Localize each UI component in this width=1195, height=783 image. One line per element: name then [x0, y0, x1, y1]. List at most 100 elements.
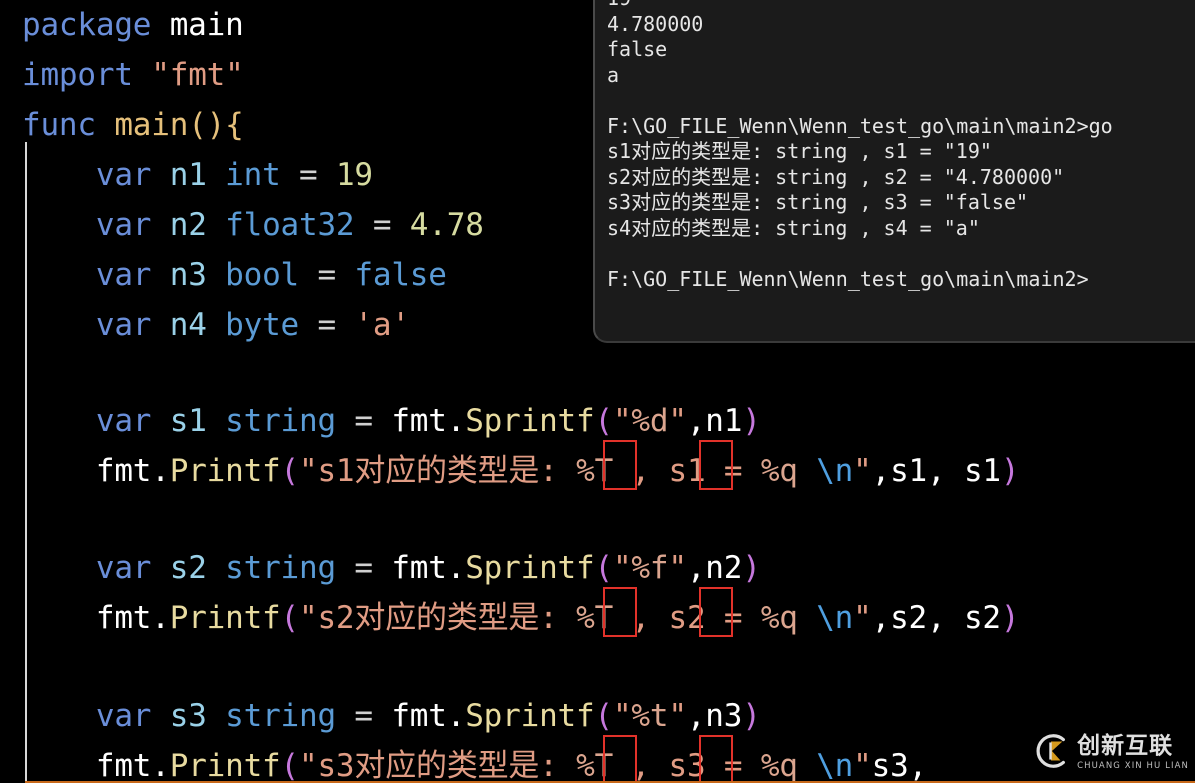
assign-operator: = — [317, 307, 336, 343]
args-s3: s3, — [871, 748, 928, 783]
func-name-main: main — [114, 107, 189, 143]
pkg-fmt: fmt — [391, 403, 447, 439]
comma-separator: , — [613, 453, 669, 489]
open-paren: ( — [280, 453, 300, 489]
open-paren: ( — [280, 748, 300, 783]
keyword-package: package — [22, 7, 152, 43]
arg-n2: n2 — [705, 550, 743, 586]
quote-open: " — [612, 550, 632, 586]
quote-close: " — [853, 453, 872, 489]
assign-operator: = — [354, 550, 373, 586]
type-byte: byte — [225, 307, 299, 343]
var-name-n4: n4 — [169, 307, 207, 343]
verb-q: %q — [760, 748, 798, 783]
terminal-line: F:\GO_FILE_Wenn\Wenn_test_go\main\main2>… — [607, 113, 1113, 138]
type-bool: bool — [225, 257, 299, 293]
comma-separator: , — [613, 748, 669, 783]
terminal-line: false — [607, 37, 668, 61]
assign-operator: = — [317, 257, 336, 293]
open-brace: { — [225, 107, 244, 143]
dot: . — [151, 600, 170, 636]
terminal-line: 19 — [607, 0, 1195, 12]
quote-close: " — [853, 748, 872, 783]
pkg-fmt: fmt — [95, 748, 152, 783]
code-line-import: import "fmt" — [22, 50, 244, 100]
type-string: string — [225, 698, 336, 734]
watermark-chinese: 创新互联 — [1077, 733, 1174, 760]
keyword-import: import — [22, 57, 133, 93]
colon-separator: : — [539, 600, 577, 636]
var-name-n3: n3 — [169, 257, 207, 293]
func-sprintf: Sprintf — [465, 698, 595, 734]
quote-open: " — [299, 453, 318, 489]
pkg-fmt: fmt — [95, 453, 152, 489]
open-paren: ( — [594, 403, 613, 439]
keyword-var: var — [95, 207, 152, 243]
terminal-line: s4对应的类型是: string , s4 = "a" — [607, 215, 980, 240]
code-line-s3-printf: fmt.Printf("s3对应的类型是: %T , s3 = %q \n"s3… — [22, 741, 927, 783]
verb-t: %t — [631, 698, 669, 734]
keyword-var: var — [95, 157, 152, 193]
verb-T: %T — [576, 600, 614, 636]
comma-separator: , — [613, 600, 669, 636]
func-printf: Printf — [169, 600, 281, 636]
verb-d: %d — [631, 403, 669, 439]
var-name-n1: n1 — [169, 157, 207, 193]
terminal-line: 4.780000 — [607, 11, 704, 36]
type-string: string — [225, 403, 336, 439]
comma: , — [686, 550, 706, 586]
close-paren: ) — [742, 403, 761, 439]
args-s2: s2, s2 — [890, 600, 1001, 636]
terminal-output-panel[interactable]: 194.780000falsea F:\GO_FILE_Wenn\Wenn_te… — [593, 0, 1195, 343]
literal-rune-a: 'a' — [354, 307, 410, 343]
open-paren: ( — [594, 550, 613, 586]
literal-19: 19 — [335, 157, 373, 193]
pkg-fmt: fmt — [95, 600, 152, 636]
var-name-s2: s2 — [169, 550, 207, 586]
quote-close: " — [853, 600, 872, 636]
close-paren: ) — [742, 698, 761, 734]
verb-T: %T — [576, 748, 614, 783]
terminal-line: a — [607, 62, 620, 87]
code-line-package: package main — [22, 0, 244, 50]
verb-q: %q — [760, 453, 798, 489]
code-line-var-n1: var n1 int = 19 — [22, 150, 373, 200]
open-paren: ( — [280, 600, 300, 636]
literal-478: 4.78 — [409, 207, 484, 243]
keyword-var: var — [95, 698, 152, 734]
assign-text-s2: s2 = — [668, 600, 761, 636]
func-printf: Printf — [169, 748, 281, 783]
assign-operator: = — [354, 698, 373, 734]
keyword-var: var — [95, 307, 152, 343]
assign-operator: = — [299, 157, 318, 193]
comma: , — [871, 600, 891, 636]
arg-n3: n3 — [705, 698, 743, 734]
assign-operator: = — [354, 403, 373, 439]
code-line-s3-decl: var s3 string = fmt.Sprintf("%t",n3) — [22, 691, 761, 741]
assign-text-s3: s3 = — [668, 748, 761, 783]
colon-separator: : — [539, 453, 577, 489]
func-printf: Printf — [169, 453, 281, 489]
literal-false: false — [354, 257, 447, 293]
dot: . — [151, 748, 170, 783]
close-paren: ) — [1000, 453, 1020, 489]
code-line-s1-printf: fmt.Printf("s1对应的类型是: %T , s1 = %q \n",s… — [22, 446, 1020, 496]
verb-f: %f — [631, 550, 669, 586]
pkg-fmt: fmt — [391, 698, 447, 734]
assign-operator: = — [372, 207, 392, 243]
terminal-lines: 194.780000falsea F:\GO_FILE_Wenn\Wenn_te… — [607, 0, 1195, 292]
chinese-label-s1: s1对应的类型是 — [317, 453, 540, 489]
comma: , — [686, 403, 706, 439]
comma: , — [871, 453, 891, 489]
import-path: "fmt" — [151, 57, 244, 93]
keyword-var: var — [95, 550, 152, 586]
keyword-var: var — [95, 403, 152, 439]
dot: . — [446, 550, 466, 586]
arg-n1: n1 — [705, 403, 743, 439]
assign-text-s1: s1 = — [668, 453, 761, 489]
verb-T: %T — [576, 453, 614, 489]
verb-q: %q — [760, 600, 798, 636]
